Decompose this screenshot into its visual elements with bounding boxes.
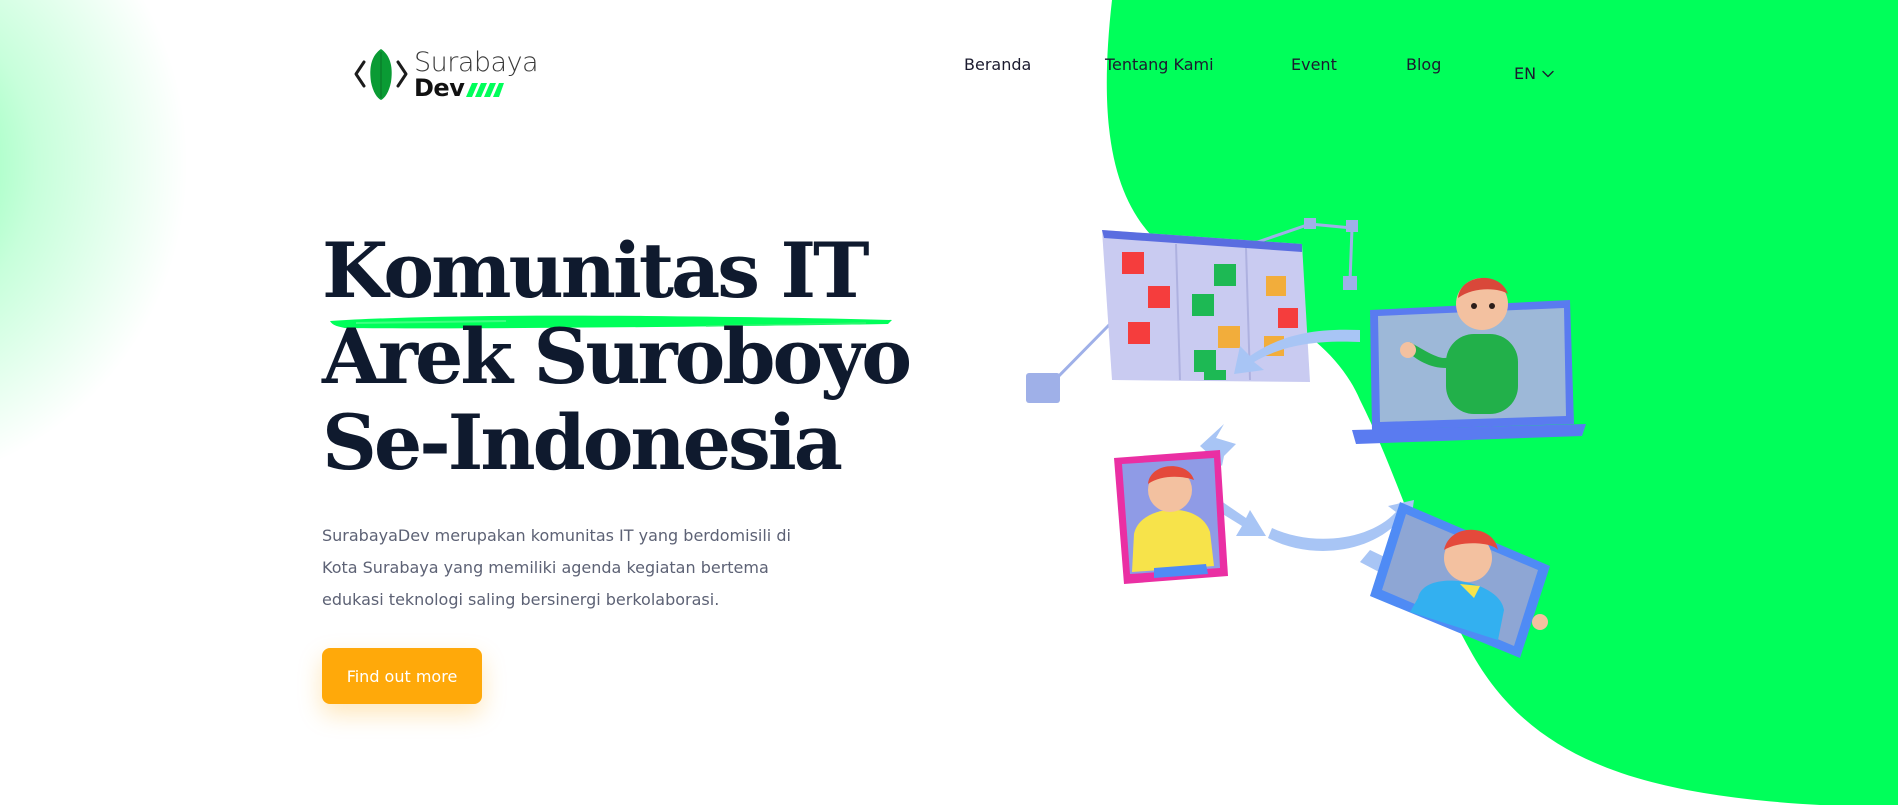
- collaboration-illustration: [1026, 218, 1586, 658]
- logo-slashes-icon: [466, 82, 505, 97]
- language-label: EN: [1514, 64, 1537, 83]
- language-selector[interactable]: EN: [1514, 64, 1554, 83]
- nav-link-blog[interactable]: Blog: [1406, 55, 1441, 74]
- logo-line-2: Dev: [414, 73, 465, 102]
- hero-title-line-1: Komunitas IT: [322, 226, 870, 315]
- hero-title: Komunitas IT Arek Suroboyo Se-Indonesia: [322, 226, 912, 487]
- kanban-board: [1102, 230, 1310, 382]
- surabayadev-logo[interactable]: Surabaya Dev: [354, 46, 539, 102]
- code-bracket-left-icon: [354, 60, 366, 88]
- node-square: [1026, 373, 1060, 403]
- nav-link-beranda[interactable]: Beranda: [964, 55, 1031, 74]
- nav-link-tentang-kami[interactable]: Tentang Kami: [1105, 55, 1214, 74]
- code-bracket-right-icon: [396, 60, 408, 88]
- person-laptop: [1352, 277, 1586, 444]
- hero-description: SurabayaDev merupakan komunitas IT yang …: [322, 526, 791, 609]
- hero-title-line-2: Arek Suroboyo: [322, 312, 912, 401]
- person-tablet-pink: [1114, 450, 1228, 584]
- hero-title-line-3: Se-Indonesia: [322, 398, 843, 487]
- find-out-more-button[interactable]: Find out more: [322, 648, 482, 704]
- logo-line-1: Surabaya: [414, 46, 539, 78]
- page: Surabaya Dev Beranda Tentang Kami Event …: [0, 0, 1898, 805]
- chevron-down-icon: [1542, 70, 1554, 77]
- person-phone-blue: [1370, 502, 1550, 658]
- green-background-blob: [1106, 0, 1898, 805]
- logo-mark-icon: [354, 49, 408, 100]
- logo-wordmark: Surabaya Dev: [414, 46, 539, 102]
- nav-link-event[interactable]: Event: [1291, 55, 1337, 74]
